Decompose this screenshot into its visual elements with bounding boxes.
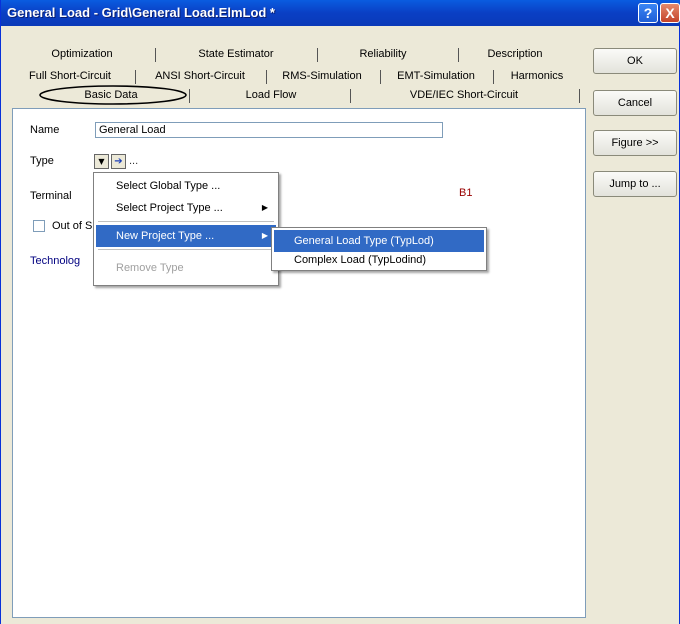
window-title: General Load - Grid\General Load.ElmLod … bbox=[7, 5, 275, 20]
menu-item-label: Select Global Type ... bbox=[116, 180, 221, 192]
close-icon: X bbox=[665, 5, 675, 21]
tab-vde-iec-short-circuit[interactable]: VDE/IEC Short-Circuit bbox=[354, 87, 574, 104]
cancel-button[interactable]: Cancel bbox=[593, 90, 677, 116]
menu-item-label: New Project Type ... bbox=[116, 230, 215, 242]
help-icon: ? bbox=[643, 5, 653, 21]
menu-item-label: Select Project Type ... bbox=[116, 202, 223, 214]
submenu-arrow-icon: ▶ bbox=[261, 203, 268, 212]
tab-reliability[interactable]: Reliability bbox=[321, 46, 445, 63]
menu-item-select-global-type[interactable]: Select Global Type ... bbox=[96, 175, 276, 197]
jump-to-button[interactable]: Jump to ... bbox=[593, 171, 677, 197]
name-input[interactable]: General Load bbox=[95, 122, 443, 138]
submenu-item-label: General Load Type (TypLod) bbox=[294, 235, 434, 247]
tab-description[interactable]: Description bbox=[461, 46, 569, 63]
tab-load-flow[interactable]: Load Flow bbox=[196, 87, 346, 104]
tab-separator bbox=[266, 70, 267, 84]
tab-separator bbox=[493, 70, 494, 84]
new-project-type-submenu: General Load Type (TypLod) Complex Load … bbox=[271, 227, 487, 271]
submenu-item-label: Complex Load (TypLodind) bbox=[294, 254, 427, 266]
type-edit-ellipsis[interactable]: ... bbox=[129, 155, 138, 167]
terminal-value[interactable]: B1 bbox=[459, 187, 472, 199]
tab-separator bbox=[135, 70, 136, 84]
submenu-arrow-icon: ▶ bbox=[261, 231, 268, 240]
basic-data-highlight-ellipse bbox=[39, 85, 187, 105]
submenu-item-complex-load[interactable]: Complex Load (TypLodind) bbox=[274, 249, 484, 271]
type-context-menu: Select Global Type ... Select Project Ty… bbox=[93, 172, 279, 286]
technology-link[interactable]: Technolog bbox=[30, 255, 80, 267]
menu-item-label: Remove Type bbox=[116, 262, 184, 274]
tab-full-short-circuit[interactable]: Full Short-Circuit bbox=[12, 68, 128, 85]
tab-harmonics[interactable]: Harmonics bbox=[499, 68, 575, 85]
tab-separator bbox=[380, 70, 381, 84]
menu-item-select-project-type[interactable]: Select Project Type ... ▶ bbox=[96, 197, 276, 219]
right-arrow-icon: ➔ bbox=[114, 156, 123, 167]
tab-separator bbox=[155, 48, 156, 62]
tab-rms-simulation[interactable]: RMS-Simulation bbox=[270, 68, 374, 85]
type-label: Type bbox=[30, 155, 54, 167]
figure-button[interactable]: Figure >> bbox=[593, 130, 677, 156]
type-select-button[interactable]: ▼ bbox=[94, 154, 109, 169]
name-label: Name bbox=[30, 124, 60, 136]
menu-item-remove-type: Remove Type bbox=[96, 257, 276, 279]
close-button[interactable]: X bbox=[660, 3, 680, 23]
menu-separator bbox=[98, 221, 274, 222]
ok-button[interactable]: OK bbox=[593, 48, 677, 74]
menu-separator bbox=[98, 249, 274, 250]
dropdown-arrow-icon: ▼ bbox=[98, 157, 105, 166]
tab-separator bbox=[350, 89, 351, 103]
out-of-service-checkbox[interactable] bbox=[33, 220, 45, 232]
dialog-window: General Load - Grid\General Load.ElmLod … bbox=[0, 0, 680, 624]
tab-emt-simulation[interactable]: EMT-Simulation bbox=[384, 68, 488, 85]
tab-separator bbox=[579, 89, 580, 103]
tab-separator bbox=[189, 89, 190, 103]
type-jump-button[interactable]: ➔ bbox=[111, 154, 126, 169]
tab-separator bbox=[317, 48, 318, 62]
tab-separator bbox=[458, 48, 459, 62]
tab-ansi-short-circuit[interactable]: ANSI Short-Circuit bbox=[140, 68, 260, 85]
menu-item-new-project-type[interactable]: New Project Type ... ▶ bbox=[96, 225, 276, 247]
title-bar[interactable]: General Load - Grid\General Load.ElmLod … bbox=[1, 0, 680, 26]
out-of-service-label: Out of S bbox=[52, 220, 93, 232]
terminal-label: Terminal bbox=[30, 190, 72, 202]
help-button[interactable]: ? bbox=[638, 3, 658, 23]
tab-state-estimator[interactable]: State Estimator bbox=[161, 46, 311, 63]
tab-optimization[interactable]: Optimization bbox=[19, 46, 145, 63]
